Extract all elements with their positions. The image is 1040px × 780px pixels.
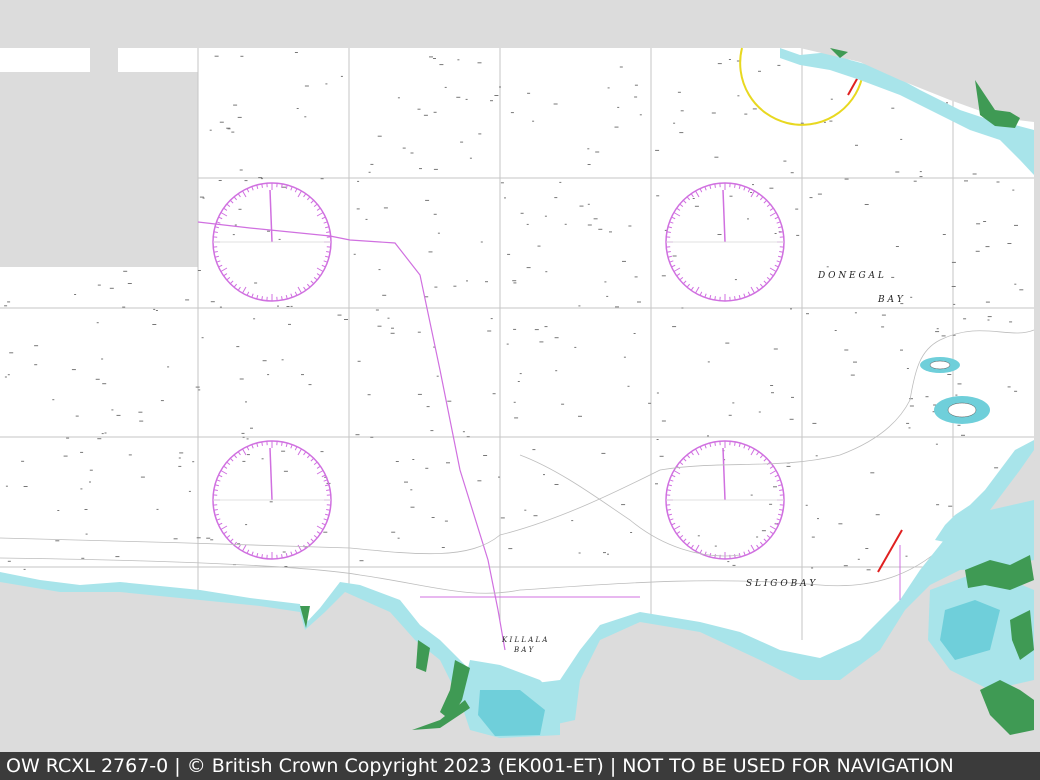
chart-limit-notch xyxy=(0,48,45,72)
label-killala-bay: B A Y xyxy=(513,646,535,654)
chart-canvas: D O N E G A L B A Y S L I G O B A Y K I … xyxy=(0,0,1040,752)
label-donegal: D O N E G A L xyxy=(817,271,884,281)
nautical-chart[interactable]: D O N E G A L B A Y S L I G O B A Y K I … xyxy=(0,0,1040,752)
chart-limit-notch xyxy=(118,48,198,72)
chart-limit-notch xyxy=(45,48,90,72)
chart-limit-block xyxy=(0,48,198,267)
copyright-footer: OW RCXL 2767-0 | © British Crown Copyrig… xyxy=(0,752,1040,780)
label-killala: K I L L A L A xyxy=(501,636,547,644)
label-donegal-bay: B A Y xyxy=(877,295,904,305)
label-sligo-bay: S L I G O B A Y xyxy=(746,579,816,589)
